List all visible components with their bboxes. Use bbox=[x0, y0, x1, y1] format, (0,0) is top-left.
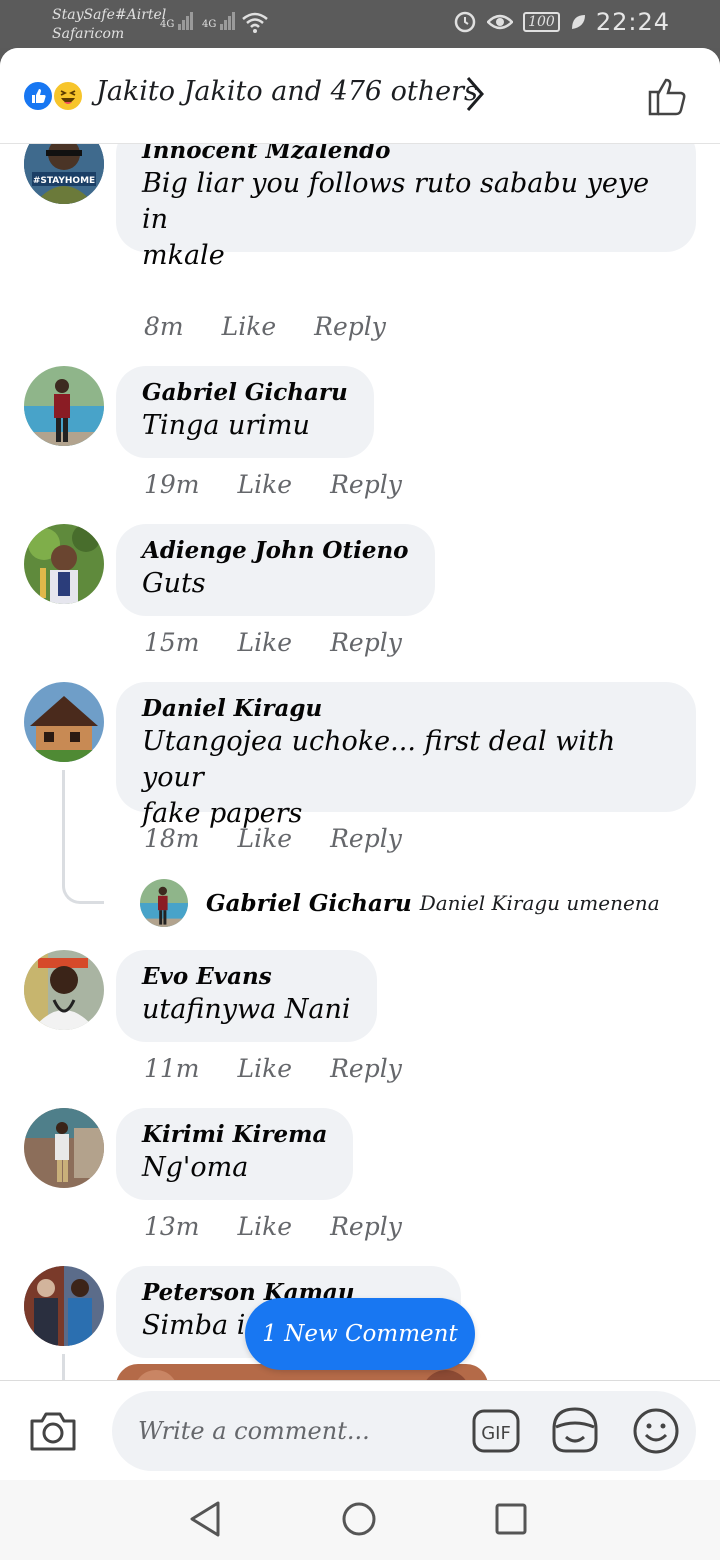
reactions-bar[interactable]: Jakito Jakito and 476 others bbox=[0, 48, 720, 144]
comment-time: 18m bbox=[144, 824, 200, 853]
like-link[interactable]: Like bbox=[238, 628, 293, 657]
comment-bubble[interactable]: Adienge John Otieno Guts bbox=[116, 524, 435, 616]
thread-line bbox=[62, 770, 65, 850]
reply-link[interactable]: Reply bbox=[330, 824, 402, 853]
clock: 22:24 bbox=[595, 8, 670, 36]
alarm-icon bbox=[454, 11, 476, 33]
reaction-icons bbox=[22, 80, 88, 112]
like-link[interactable]: Like bbox=[238, 1212, 293, 1241]
thread-line bbox=[62, 1354, 65, 1380]
reactions-summary[interactable]: Jakito Jakito and 476 others bbox=[96, 76, 478, 107]
network-1-label: 4G bbox=[160, 19, 175, 30]
comment-bubble[interactable]: Gabriel Gicharu Tinga urimu bbox=[116, 366, 374, 458]
like-reaction-icon bbox=[22, 80, 54, 112]
avatar[interactable] bbox=[24, 1266, 104, 1346]
comment-time: 13m bbox=[144, 1212, 200, 1241]
network-2-label: 4G bbox=[202, 19, 217, 30]
comments-sheet: Jakito Jakito and 476 others #STAYHOME I… bbox=[0, 48, 720, 1560]
comment-text: Guts bbox=[142, 568, 206, 599]
comment-composer: GIF bbox=[0, 1380, 720, 1480]
eye-comfort-icon bbox=[487, 14, 514, 30]
signal-2-icon: 4G bbox=[202, 12, 236, 30]
like-link[interactable]: Like bbox=[222, 312, 277, 341]
system-nav-bar bbox=[0, 1480, 720, 1560]
comment-meta: 11m Like Reply bbox=[144, 1054, 402, 1083]
gif-icon[interactable]: GIF bbox=[472, 1409, 520, 1453]
reply-avatar[interactable] bbox=[140, 879, 188, 927]
comment-meta: 18m Like Reply bbox=[144, 824, 402, 853]
emoji-icon[interactable] bbox=[632, 1407, 680, 1455]
commenter-name[interactable]: Adienge John Otieno bbox=[142, 536, 409, 566]
status-bar: StaySafe#Airtel Safaricom 4G 4G 100 22:2… bbox=[0, 0, 720, 48]
carrier-1: StaySafe#Airtel bbox=[52, 7, 167, 23]
comment-text: Ng'oma bbox=[142, 1152, 249, 1183]
comment-text: utafinywa Nani bbox=[142, 994, 351, 1025]
commenter-name[interactable]: Daniel Kiragu bbox=[142, 694, 670, 724]
carrier-names: StaySafe#Airtel Safaricom bbox=[52, 6, 166, 44]
comment-time: 19m bbox=[144, 470, 200, 499]
comment-input[interactable] bbox=[138, 1409, 468, 1453]
commenter-name[interactable]: Gabriel Gicharu bbox=[142, 378, 348, 408]
chevron-right-icon[interactable] bbox=[462, 74, 488, 114]
avatar[interactable] bbox=[24, 524, 104, 604]
wifi-icon bbox=[242, 12, 268, 33]
comment-bubble[interactable]: Kirimi Kirema Ng'oma bbox=[116, 1108, 354, 1200]
carrier-2: Safaricom bbox=[52, 26, 125, 42]
comment-time: 8m bbox=[144, 312, 184, 341]
avatar[interactable] bbox=[24, 366, 104, 446]
reply-preview[interactable]: Gabriel Gicharu Daniel Kiragu umenena bbox=[140, 878, 660, 928]
camera-icon[interactable] bbox=[28, 1409, 78, 1453]
haha-reaction-icon bbox=[52, 80, 84, 112]
comments-list: #STAYHOME Innocent Mzalendo Big liar you… bbox=[0, 144, 720, 1380]
comment-meta: 15m Like Reply bbox=[144, 628, 402, 657]
status-right-group: 100 22:24 bbox=[453, 8, 670, 36]
thread-connector bbox=[62, 844, 104, 904]
like-link[interactable]: Like bbox=[238, 1054, 293, 1083]
reply-author-name[interactable]: Gabriel Gicharu bbox=[206, 890, 412, 917]
reply-text: Daniel Kiragu umenena bbox=[419, 891, 660, 915]
comment-bubble[interactable]: Evo Evans utafinywa Nani bbox=[116, 950, 377, 1042]
reply-link[interactable]: Reply bbox=[330, 628, 402, 657]
avatar[interactable] bbox=[24, 950, 104, 1030]
battery-indicator: 100 bbox=[523, 12, 560, 32]
reply-link[interactable]: Reply bbox=[330, 470, 402, 499]
commenter-name[interactable]: Evo Evans bbox=[142, 962, 351, 992]
comment-bubble[interactable]: Daniel Kiragu Utangojea uchoke... first … bbox=[116, 682, 696, 829]
svg-text:GIF: GIF bbox=[481, 1423, 511, 1444]
home-icon[interactable] bbox=[340, 1500, 378, 1538]
back-icon[interactable] bbox=[188, 1500, 222, 1538]
comment-time: 15m bbox=[144, 628, 200, 657]
avatar[interactable]: #STAYHOME bbox=[24, 144, 104, 204]
reply-link[interactable]: Reply bbox=[330, 1212, 402, 1241]
svg-text:#STAYHOME: #STAYHOME bbox=[33, 176, 95, 186]
avatar[interactable] bbox=[24, 682, 104, 762]
comment-bubble[interactable]: Innocent Mzalendo Big liar you follows r… bbox=[116, 144, 696, 271]
comment-input-container[interactable]: GIF bbox=[112, 1391, 696, 1471]
like-button-icon[interactable] bbox=[646, 74, 690, 118]
comment-time: 11m bbox=[144, 1054, 200, 1083]
comment-text-line2: mkale bbox=[142, 240, 225, 271]
commenter-name[interactable]: Innocent Mzalendo bbox=[142, 144, 670, 166]
reply-link[interactable]: Reply bbox=[330, 1054, 402, 1083]
recent-apps-icon[interactable] bbox=[494, 1502, 528, 1536]
commenter-name[interactable]: Kirimi Kirema bbox=[142, 1120, 327, 1150]
like-link[interactable]: Like bbox=[238, 824, 293, 853]
avatar[interactable] bbox=[24, 1108, 104, 1188]
sticker-icon[interactable] bbox=[550, 1405, 600, 1455]
leaf-icon bbox=[571, 15, 585, 29]
signal-1-icon: 4G bbox=[160, 12, 194, 30]
comment-text: Tinga urimu bbox=[142, 410, 310, 441]
comment-meta: 19m Like Reply bbox=[144, 470, 402, 499]
comment-text: Big liar you follows ruto sababu yeye in bbox=[142, 168, 650, 235]
comment-meta: 8m Like Reply bbox=[144, 312, 386, 341]
like-link[interactable]: Like bbox=[238, 470, 293, 499]
new-comment-button[interactable]: 1 New Comment bbox=[245, 1298, 475, 1370]
comment-text: Utangojea uchoke... first deal with your bbox=[142, 726, 616, 793]
comment-meta: 13m Like Reply bbox=[144, 1212, 402, 1241]
reply-link[interactable]: Reply bbox=[314, 312, 386, 341]
